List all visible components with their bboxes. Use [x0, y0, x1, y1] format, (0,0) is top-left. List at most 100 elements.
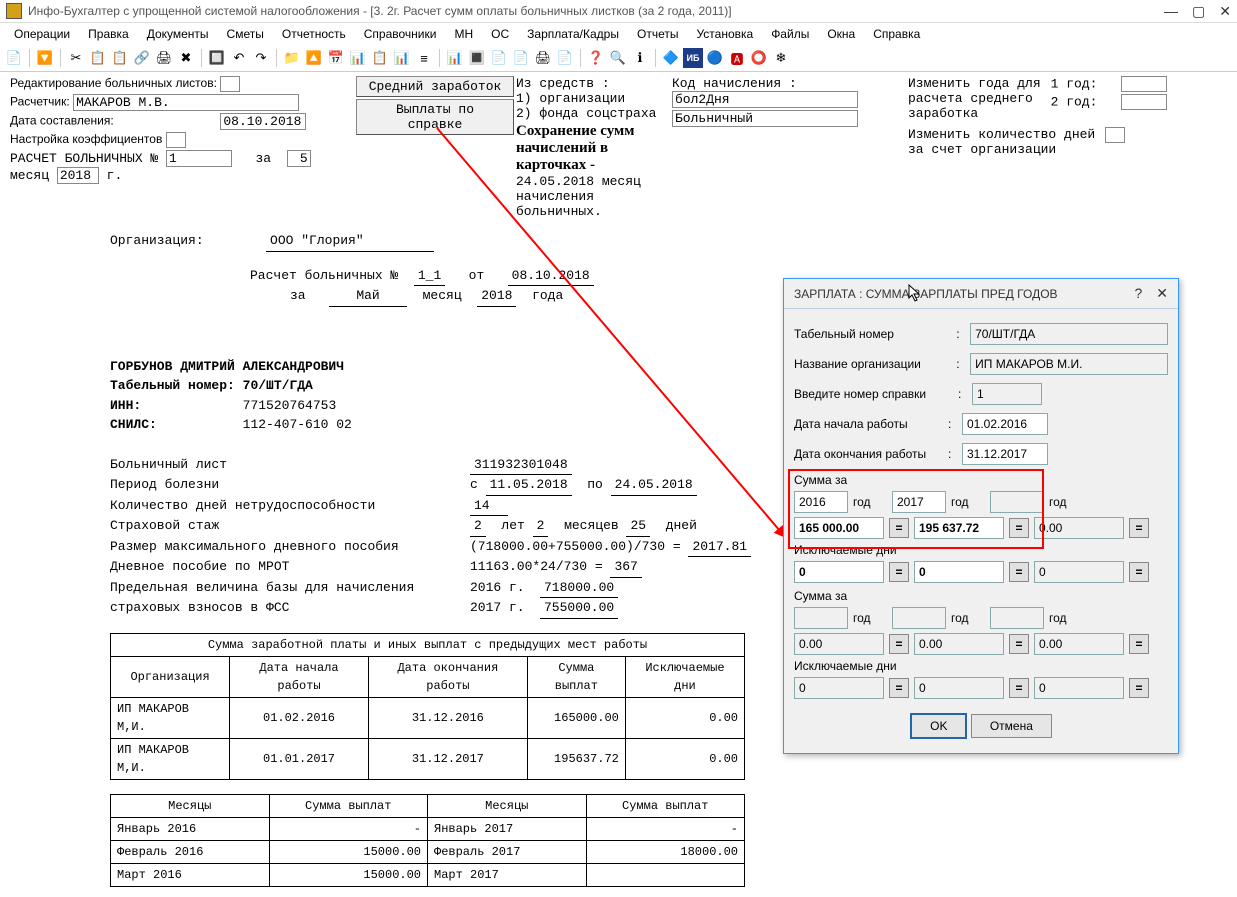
eq-button[interactable]: = — [1129, 518, 1149, 538]
dlg-tab-field[interactable] — [970, 323, 1168, 345]
filter-icon[interactable]: 🔽 — [35, 48, 55, 68]
year3-input[interactable] — [990, 491, 1044, 513]
eq-button[interactable]: = — [1009, 562, 1029, 582]
year1-field[interactable] — [1121, 76, 1167, 92]
dlg-end-field[interactable] — [962, 443, 1048, 465]
menu-item[interactable]: Отчетность — [274, 25, 354, 43]
search-icon[interactable]: 🔍 — [608, 48, 628, 68]
eq-button[interactable]: = — [1129, 562, 1149, 582]
info-icon[interactable]: ℹ — [630, 48, 650, 68]
redo-icon[interactable]: ↷ — [251, 48, 271, 68]
list-icon[interactable]: 📋 — [370, 48, 390, 68]
avg-earnings-button[interactable]: Средний заработок — [356, 76, 514, 97]
eq-button[interactable]: = — [889, 562, 909, 582]
paste-icon[interactable]: 📋 — [110, 48, 130, 68]
cancel-button[interactable]: Отмена — [971, 714, 1052, 738]
coef-toggle[interactable] — [166, 132, 186, 148]
eq-button[interactable]: = — [889, 518, 909, 538]
code1-field[interactable]: бол2Дня — [672, 91, 858, 108]
tool-icon[interactable]: 📊 — [392, 48, 412, 68]
excl4-input[interactable] — [794, 677, 884, 699]
calculator-field[interactable]: МАКАРОВ М.В. — [73, 94, 299, 111]
sum4-input[interactable] — [794, 633, 884, 655]
excl3-input[interactable] — [1034, 561, 1124, 583]
code2-field[interactable]: Больничный — [672, 110, 858, 127]
cut-icon[interactable]: ✂ — [66, 48, 86, 68]
sum1-input[interactable] — [794, 517, 884, 539]
tool-icon[interactable]: 🔳 — [467, 48, 487, 68]
year-field[interactable]: 2018 — [57, 167, 99, 184]
tool-icon[interactable]: ❄ — [771, 48, 791, 68]
excel-icon[interactable]: 📊 — [445, 48, 465, 68]
month-num-field[interactable]: 5 — [287, 150, 311, 167]
dlg-start-field[interactable] — [962, 413, 1048, 435]
excl1-input[interactable] — [794, 561, 884, 583]
calc-sick-num-field[interactable]: 1 — [166, 150, 232, 167]
dlg-org-field[interactable] — [970, 353, 1168, 375]
sum5-input[interactable] — [914, 633, 1004, 655]
year6-input[interactable] — [990, 607, 1044, 629]
year2-input[interactable] — [892, 491, 946, 513]
tool-icon[interactable]: 🔲 — [207, 48, 227, 68]
edit-sick-toggle[interactable] — [220, 76, 240, 92]
year1-input[interactable] — [794, 491, 848, 513]
tool-icon[interactable]: 📄 — [511, 48, 531, 68]
tool-icon[interactable]: 📄 — [555, 48, 575, 68]
excl2-input[interactable] — [914, 561, 1004, 583]
menu-item[interactable]: Сметы — [219, 25, 272, 43]
chart-icon[interactable]: 📊 — [348, 48, 368, 68]
date-field[interactable]: 08.10.2018 — [220, 113, 306, 130]
menu-item[interactable]: Операции — [6, 25, 78, 43]
menu-item[interactable]: Справочники — [356, 25, 445, 43]
tool-icon[interactable]: 📄 — [489, 48, 509, 68]
eq-button[interactable]: = — [889, 678, 909, 698]
print-icon[interactable]: 🖨 — [533, 48, 553, 68]
copy-icon[interactable]: 📋 — [88, 48, 108, 68]
folder-icon[interactable]: 📁 — [282, 48, 302, 68]
sum2-input[interactable] — [914, 517, 1004, 539]
dlg-ref-field[interactable] — [972, 383, 1042, 405]
sum3-input[interactable] — [1034, 517, 1124, 539]
help-icon[interactable]: ❓ — [586, 48, 606, 68]
excl6-input[interactable] — [1034, 677, 1124, 699]
menu-item[interactable]: Отчеты — [629, 25, 686, 43]
tool-icon[interactable]: 🔷 — [661, 48, 681, 68]
eq-button[interactable]: = — [1009, 678, 1029, 698]
year2-field[interactable] — [1121, 94, 1167, 110]
eq-button[interactable]: = — [889, 634, 909, 654]
eq-button[interactable]: = — [1009, 518, 1029, 538]
change-days-field[interactable] — [1105, 127, 1125, 143]
menu-item[interactable]: Окна — [819, 25, 863, 43]
menu-item[interactable]: Справка — [865, 25, 928, 43]
menu-item[interactable]: ОС — [483, 25, 517, 43]
ok-button[interactable]: OK — [910, 713, 967, 739]
menu-item[interactable]: Правка — [80, 25, 137, 43]
tool-icon[interactable]: 🅰 — [727, 48, 747, 68]
tool-icon[interactable]: ≡ — [414, 48, 434, 68]
menu-item[interactable]: Установка — [688, 25, 761, 43]
excl5-input[interactable] — [914, 677, 1004, 699]
tool-icon[interactable]: 📄 — [4, 48, 24, 68]
close-icon[interactable]: ✕ — [1156, 285, 1168, 302]
print-icon[interactable]: 🖨 — [154, 48, 174, 68]
payments-by-ref-button[interactable]: Выплаты по справке — [356, 99, 514, 135]
minimize-icon[interactable]: — — [1164, 3, 1178, 20]
year5-input[interactable] — [892, 607, 946, 629]
menu-item[interactable]: Зарплата/Кадры — [519, 25, 627, 43]
up-icon[interactable]: 🔼 — [304, 48, 324, 68]
eq-button[interactable]: = — [1129, 634, 1149, 654]
tool-icon[interactable]: 🔵 — [705, 48, 725, 68]
menu-item[interactable]: Документы — [139, 25, 217, 43]
menu-item[interactable]: Файлы — [763, 25, 817, 43]
eq-button[interactable]: = — [1009, 634, 1029, 654]
undo-icon[interactable]: ↶ — [229, 48, 249, 68]
tool-icon[interactable]: ⭕ — [749, 48, 769, 68]
calendar-icon[interactable]: 📅 — [326, 48, 346, 68]
menu-item[interactable]: МН — [446, 25, 481, 43]
delete-icon[interactable]: ✖ — [176, 48, 196, 68]
sum6-input[interactable] — [1034, 633, 1124, 655]
close-icon[interactable]: ✕ — [1219, 3, 1231, 20]
tool-icon[interactable]: 🔗 — [132, 48, 152, 68]
ib-icon[interactable]: ИБ — [683, 48, 703, 68]
year4-input[interactable] — [794, 607, 848, 629]
